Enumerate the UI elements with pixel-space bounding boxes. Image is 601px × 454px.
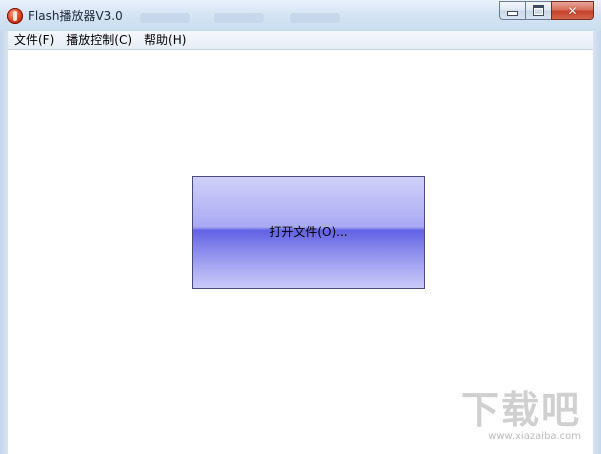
menu-bar: 文件(F) 播放控制(C) 帮助(H): [8, 31, 593, 50]
window-frame-right: [593, 31, 601, 454]
flash-player-icon[interactable]: [7, 8, 23, 24]
minimize-button[interactable]: [499, 1, 525, 20]
menu-file[interactable]: 文件(F): [8, 31, 60, 49]
maximize-icon: [533, 5, 544, 16]
menu-help[interactable]: 帮助(H): [138, 31, 192, 49]
titlebar-background-ghost: [290, 13, 340, 23]
watermark-logo-text: 下载吧: [460, 388, 581, 432]
menu-playback-control[interactable]: 播放控制(C): [60, 31, 138, 49]
titlebar-background-ghost: [140, 13, 190, 23]
open-file-button[interactable]: 打开文件(O)...: [192, 176, 425, 289]
close-icon: ✕: [567, 3, 578, 18]
maximize-button[interactable]: [525, 1, 551, 20]
watermark: 下载吧 www.xiazaiba.com: [461, 391, 581, 442]
watermark-url: www.xiazaiba.com: [488, 431, 581, 442]
window-title: Flash播放器V3.0: [28, 9, 123, 23]
caption-buttons: ✕: [499, 1, 594, 20]
app-window: Flash播放器V3.0 ✕ 文件(F) 播放控制(C) 帮助(H) 打开文件(…: [0, 0, 601, 454]
titlebar-background-ghost: [214, 13, 264, 23]
client-area: 打开文件(O)... 下载吧 www.xiazaiba.com: [8, 50, 593, 454]
window-frame-left: [0, 31, 8, 454]
close-button[interactable]: ✕: [551, 1, 594, 20]
open-file-button-label: 打开文件(O)...: [269, 225, 348, 239]
minimize-icon: [507, 11, 518, 16]
title-bar[interactable]: Flash播放器V3.0 ✕: [0, 0, 601, 31]
